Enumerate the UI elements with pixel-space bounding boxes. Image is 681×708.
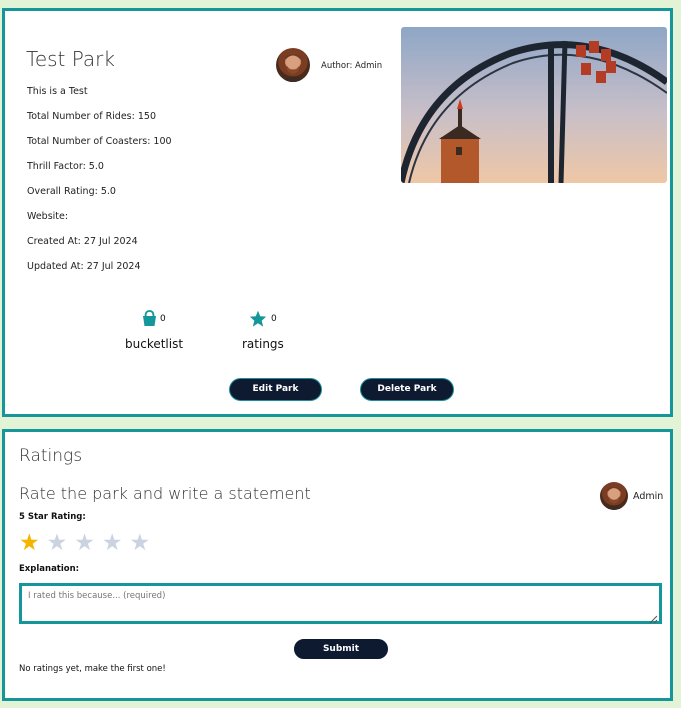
edit-park-button[interactable]: Edit Park	[229, 378, 322, 401]
star-rating-label: 5 Star Rating:	[19, 512, 86, 522]
total-rides: Total Number of Rides: 150	[27, 111, 156, 122]
star-icon[interactable]	[249, 310, 267, 331]
resize-handle-icon[interactable]	[648, 609, 658, 624]
author-name: Author: Admin	[321, 61, 383, 71]
rating-star-2-icon[interactable]: ★	[47, 531, 68, 555]
ratings-label: ratings	[242, 337, 284, 351]
park-card: Test Park This is a Test Total Number of…	[2, 8, 673, 417]
ratings-heading: Ratings	[19, 446, 83, 466]
rating-star-3-icon[interactable]: ★	[74, 531, 95, 555]
star-rating-input[interactable]: ★ ★ ★ ★ ★	[19, 531, 150, 555]
ratings-count: 0	[271, 314, 277, 324]
rating-star-5-icon[interactable]: ★	[130, 531, 151, 555]
rate-prompt: Rate the park and write a statement	[19, 484, 311, 503]
total-coasters: Total Number of Coasters: 100	[27, 136, 172, 147]
overall-rating: Overall Rating: 5.0	[27, 186, 116, 197]
park-title: Test Park	[26, 47, 115, 71]
delete-park-button[interactable]: Delete Park	[360, 378, 454, 401]
bucket-icon[interactable]	[142, 310, 157, 331]
park-description: This is a Test	[27, 86, 88, 97]
rating-star-4-icon[interactable]: ★	[102, 531, 123, 555]
updated-at: Updated At: 27 Jul 2024	[27, 261, 141, 272]
submit-button[interactable]: Submit	[294, 639, 388, 659]
park-photo	[401, 27, 667, 183]
ratings-card: Ratings Rate the park and write a statem…	[2, 429, 673, 701]
rating-star-1-icon[interactable]: ★	[19, 531, 40, 555]
rater-avatar	[600, 482, 628, 510]
author-avatar	[276, 48, 310, 82]
bucketlist-label: bucketlist	[125, 337, 184, 351]
thrill-factor: Thrill Factor: 5.0	[27, 161, 104, 172]
explanation-textarea[interactable]	[19, 583, 662, 624]
empty-ratings-message: No ratings yet, make the first one!	[19, 664, 166, 674]
website: Website:	[27, 211, 69, 222]
created-at: Created At: 27 Jul 2024	[27, 236, 138, 247]
rater-name: Admin	[633, 491, 664, 502]
bucketlist-count: 0	[160, 314, 166, 324]
explanation-label: Explanation:	[19, 564, 80, 574]
